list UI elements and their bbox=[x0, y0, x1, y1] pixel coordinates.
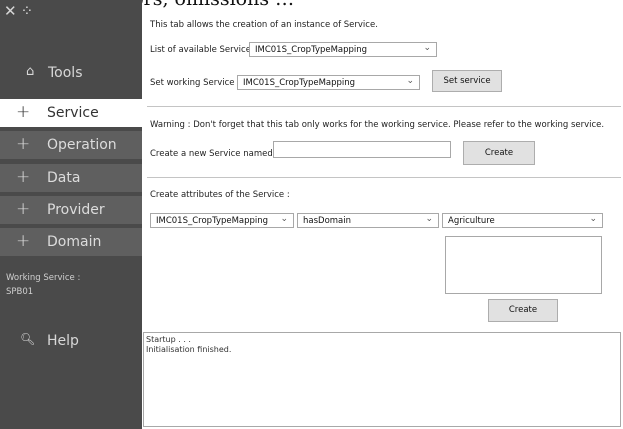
sidebar: ✕ ⁘ ⌂ Tools + Service + Operation + Data … bbox=[0, 0, 142, 429]
working-service-select[interactable]: IMC01S_CropTypeMapping ⌄ bbox=[237, 75, 420, 90]
set-service-button[interactable]: Set service bbox=[432, 70, 502, 92]
chevron-down-icon: ⌄ bbox=[425, 214, 433, 224]
create-service-button[interactable]: Create bbox=[463, 141, 535, 165]
chevron-down-icon: ⌄ bbox=[423, 43, 431, 53]
sidebar-item-service[interactable]: + Service bbox=[0, 99, 142, 131]
home-icon: ⌂ bbox=[26, 64, 35, 79]
attributes-label: Create attributes of the Service : bbox=[150, 190, 290, 200]
chevron-down-icon: ⌄ bbox=[589, 214, 597, 224]
service-list-select[interactable]: IMC01S_CropTypeMapping ⌄ bbox=[249, 42, 437, 57]
help-label: Help bbox=[47, 333, 79, 349]
chevron-down-icon: ⌄ bbox=[406, 76, 414, 86]
main-panel: This tab allows the creation of an insta… bbox=[143, 0, 623, 429]
divider bbox=[147, 177, 621, 178]
tools-label: Tools bbox=[48, 65, 83, 81]
plus-icon: + bbox=[16, 199, 31, 219]
log-panel[interactable]: Startup . . . Initialisation finished. bbox=[143, 332, 621, 427]
warning-text: Warning : Don't forget that this tab onl… bbox=[150, 120, 605, 130]
sidebar-item-label: Data bbox=[47, 170, 81, 186]
chevron-down-icon: ⌄ bbox=[280, 214, 288, 224]
attribute-property-value: hasDomain bbox=[303, 216, 352, 226]
service-list-value: IMC01S_CropTypeMapping bbox=[255, 45, 368, 55]
sidebar-item-data[interactable]: + Data bbox=[0, 164, 142, 196]
attribute-domain-select[interactable]: Agriculture ⌄ bbox=[442, 213, 603, 228]
help-item[interactable]: 🔍︎ Help bbox=[0, 328, 142, 354]
attribute-service-value: IMC01S_CropTypeMapping bbox=[156, 216, 269, 226]
sidebar-item-operation[interactable]: + Operation bbox=[0, 131, 142, 163]
log-line: Initialisation finished. bbox=[146, 345, 232, 354]
working-service-value: SPB01 bbox=[6, 287, 34, 297]
close-icon[interactable]: ✕ bbox=[4, 2, 17, 20]
service-list-label: List of available Services : bbox=[150, 45, 261, 55]
new-service-input[interactable] bbox=[273, 141, 451, 158]
attribute-property-select[interactable]: hasDomain ⌄ bbox=[297, 213, 439, 228]
sidebar-item-provider[interactable]: + Provider bbox=[0, 196, 142, 228]
move-icon[interactable]: ⁘ bbox=[21, 2, 34, 20]
attribute-value-textarea[interactable] bbox=[445, 236, 602, 294]
plus-icon: + bbox=[16, 102, 31, 122]
new-service-label: Create a new Service named : bbox=[150, 149, 279, 159]
attribute-service-select[interactable]: IMC01S_CropTypeMapping ⌄ bbox=[150, 213, 294, 228]
attribute-domain-value: Agriculture bbox=[448, 216, 495, 226]
sidebar-item-label: Provider bbox=[47, 202, 105, 218]
sidebar-item-label: Domain bbox=[47, 234, 102, 250]
sidebar-item-domain[interactable]: + Domain bbox=[0, 228, 142, 260]
plus-icon: + bbox=[16, 134, 31, 154]
working-service-select-value: IMC01S_CropTypeMapping bbox=[243, 78, 356, 88]
sidebar-item-label: Service bbox=[47, 105, 99, 121]
create-attribute-button[interactable]: Create bbox=[488, 299, 558, 322]
working-service-label: Working Service : bbox=[6, 273, 81, 283]
tools-header: ⌂ Tools bbox=[0, 62, 142, 86]
log-line: Startup . . . bbox=[146, 335, 191, 344]
divider bbox=[147, 106, 621, 107]
window-controls: ✕ ⁘ bbox=[4, 2, 37, 22]
plus-icon: + bbox=[16, 167, 31, 187]
plus-icon: + bbox=[16, 231, 31, 251]
search-icon: 🔍︎ bbox=[20, 332, 36, 346]
sidebar-item-label: Operation bbox=[47, 137, 117, 153]
working-service-select-label: Set working Service : bbox=[150, 78, 241, 88]
intro-text: This tab allows the creation of an insta… bbox=[150, 20, 378, 30]
